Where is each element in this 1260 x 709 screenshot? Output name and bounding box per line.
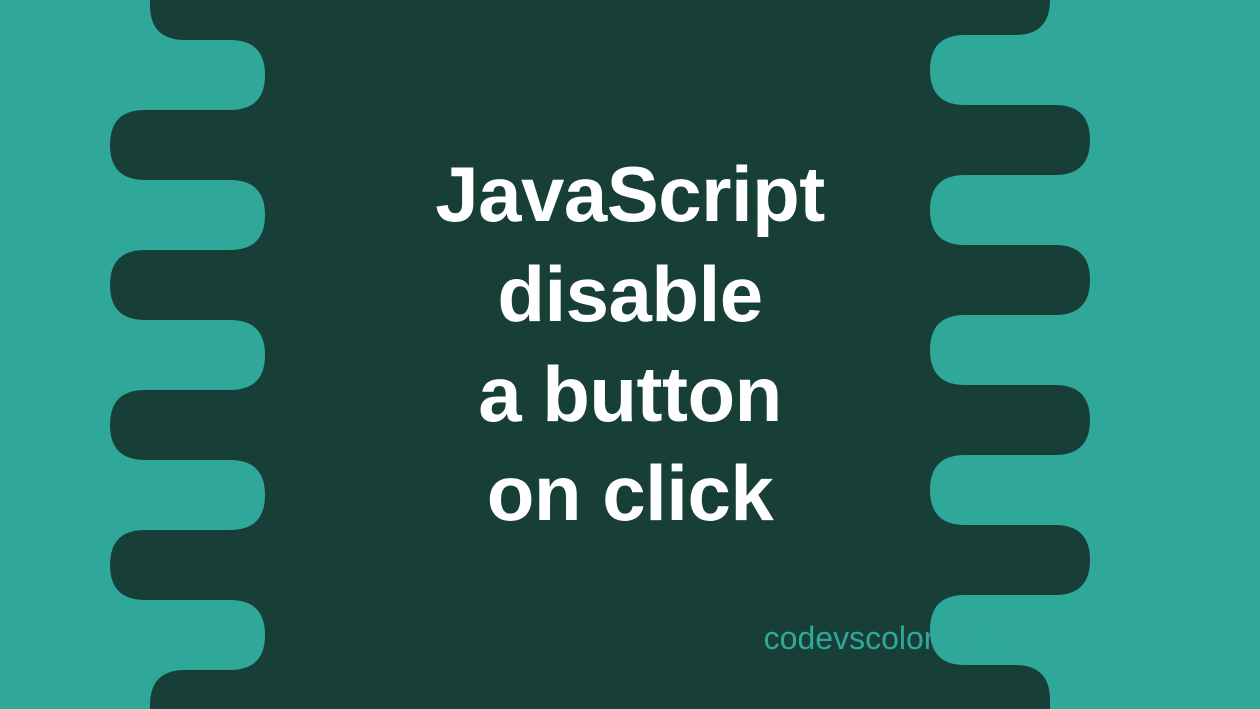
title-line-2: disable [0,245,1260,345]
title-line-1: JavaScript [0,145,1260,245]
main-title: JavaScript disable a button on click [0,145,1260,544]
watermark-text: codevscolor.com [764,620,1002,657]
title-line-3: a button [0,345,1260,445]
title-line-4: on click [0,444,1260,544]
